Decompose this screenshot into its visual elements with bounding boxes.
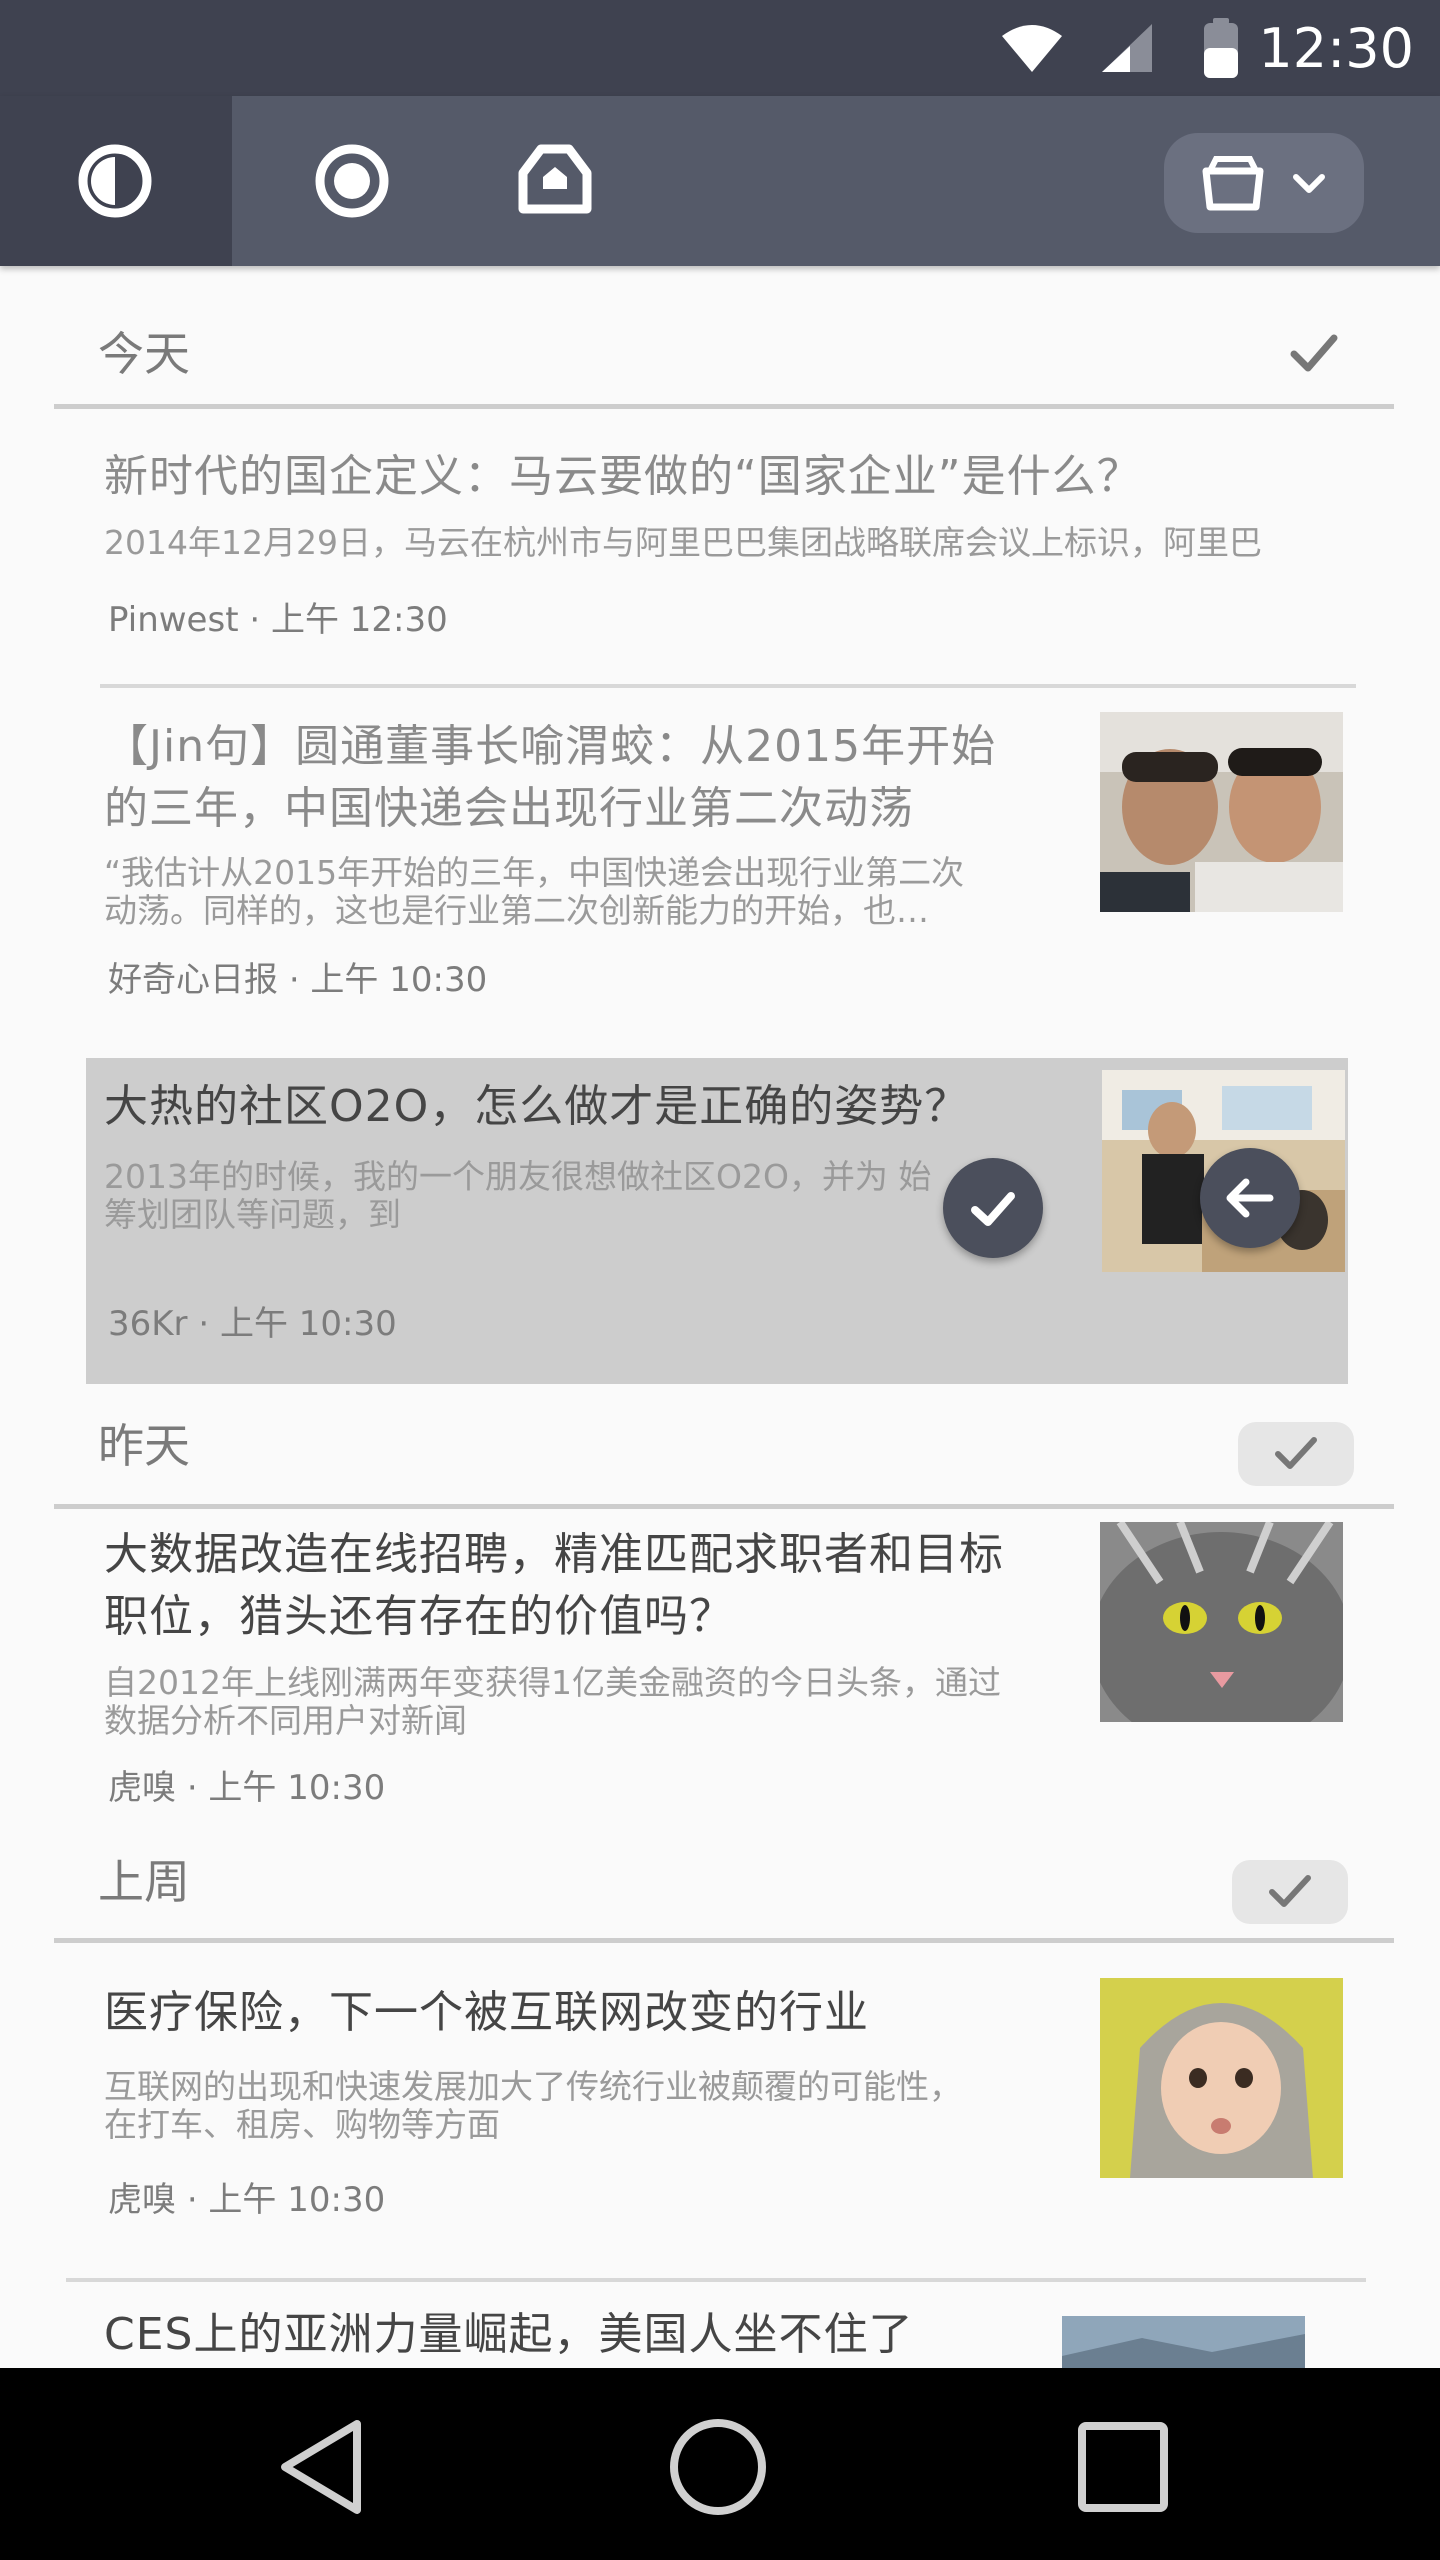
wifi-icon [1002,25,1062,72]
article-thumbnail [1062,2316,1305,2368]
article-title: 医疗保险，下一个被互联网改变的行业 [104,1987,869,2038]
article-source: 好奇心日报 [108,960,278,1000]
folder-dropdown-button[interactable] [1164,133,1364,233]
article-time: · 上午 10:30 [186,1768,386,1808]
article-meta: 36Kr · 上午 10:30 [108,1300,397,1348]
list-item[interactable]: 大数据改造在线招聘，精准匹配求职者和目标 职位，猎头还有存在的价值吗？ 自201… [54,1522,1354,1824]
list-item[interactable]: 大热的社区O2O，怎么做才是正确的姿势？ 2013年的时候，我的一个朋友很想做社… [54,1070,1354,1376]
article-meta: 好奇心日报 · 上午 10:30 [108,956,487,1004]
article-thumbnail [1100,1978,1343,2178]
article-title-line: 【Jin句】圆通董事长喻渭蛟：从2015年开始 [104,721,997,772]
article-summary: 互联网的出现和快速发展加大了传统行业被颠覆的可能性， 在打车、租房、购物等方面 [104,2068,962,2144]
article-title: 新时代的国企定义：马云要做的“国家企业”是什么？ [104,451,1142,502]
article-time: · 上午 12:30 [249,600,448,640]
section-title: 上周 [98,1855,190,1909]
article-source: 虎嗅 [108,1768,176,1808]
recents-square-icon[interactable] [1068,2412,1178,2522]
status-bar: 12:30 [0,0,1440,96]
target-icon[interactable] [302,131,402,231]
article-summary-line: 自2012年上线刚满两年变获得1亿美金融资的今日头条，通过 [104,1663,1001,1702]
article-summary-line: 筹划团队等问题，到 [104,1195,401,1234]
article-summary: 2014年12月29日，马云在杭州市与阿里巴巴集团战略联席会议上标识，阿里巴 [104,523,1262,562]
article-title: 大热的社区O2O，怎么做才是正确的姿势？ [104,1081,970,1132]
chevron-down-icon [1293,174,1325,193]
divider [66,2278,1366,2282]
check-icon[interactable] [1284,322,1344,382]
undo-swipe-button[interactable] [1200,1148,1300,1248]
folder-icon [1202,156,1264,211]
list-item[interactable]: 【Jin句】圆通董事长喻渭蛟：从2015年开始 的三年，中国快递会出现行业第二次… [54,712,1354,1046]
section-header-yesterday: 昨天 [54,1396,1394,1509]
article-time: · 上午 10:30 [288,960,488,1000]
article-thumbnail [1100,1522,1343,1722]
article-summary-line: 动荡。同样的，这也是行业第二次创新能力的开始，也… [104,891,929,930]
battery-icon [1204,18,1238,78]
section-header-today: 今天 [54,296,1394,409]
mark-read-button[interactable] [943,1158,1043,1258]
article-time: · 上午 10:30 [198,1304,397,1344]
article-title: 【Jin句】圆通董事长喻渭蛟：从2015年开始 的三年，中国快递会出现行业第二次… [104,716,996,840]
article-title-line: 大数据改造在线招聘，精准匹配求职者和目标 [104,1529,1004,1580]
article-time: · 上午 10:30 [186,2180,386,2220]
mark-all-read-button[interactable] [1238,1422,1354,1486]
check-icon [971,1192,1015,1226]
list-item[interactable]: CES上的亚洲力量崛起，美国人坐不住了 [54,2304,1354,2368]
article-summary-line: 2013年的时候，我的一个朋友很想做社区O2O，并为 始 [104,1157,932,1196]
article-summary-line: 互联网的出现和快速发展加大了传统行业被颠覆的可能性， [104,2067,962,2106]
article-source: Pinwest [108,600,239,640]
article-title-line: 的三年，中国快递会出现行业第二次动荡 [104,783,914,834]
article-title: 大数据改造在线招聘，精准匹配求职者和目标 职位，猎头还有存在的价值吗？ [104,1524,1004,1648]
status-time: 12:30 [1258,17,1414,80]
divider [100,684,1356,688]
article-summary-line: 在打车、租房、购物等方面 [104,2105,500,2144]
list-item[interactable]: 医疗保险，下一个被互联网改变的行业 互联网的出现和快速发展加大了传统行业被颠覆的… [54,1978,1354,2282]
section-header-last-week: 上周 [54,1838,1394,1943]
article-meta: 虎嗅 · 上午 10:30 [108,2176,385,2224]
section-title: 今天 [98,327,190,381]
article-summary-line: 数据分析不同用户对新闻 [104,1701,467,1740]
section-title: 昨天 [98,1419,190,1473]
article-summary: 自2012年上线刚满两年变获得1亿美金融资的今日头条，通过 数据分析不同用户对新… [104,1664,1001,1740]
article-title-line: 职位，猎头还有存在的价值吗？ [104,1591,734,1642]
article-source: 虎嗅 [108,2180,176,2220]
article-list: 今天 新时代的国企定义：马云要做的“国家企业”是什么？ 2014年12月29日，… [0,266,1440,2368]
check-icon [1275,1437,1317,1469]
system-nav-bar [0,2368,1440,2560]
mark-all-read-button[interactable] [1232,1860,1348,1924]
arrow-left-icon [1226,1178,1274,1218]
article-source: 36Kr [108,1304,188,1344]
article-summary: 2013年的时候，我的一个朋友很想做社区O2O，并为 始 筹划团队等问题，到 [104,1158,931,1234]
inbox-icon[interactable] [505,131,605,231]
cell-signal-icon [1102,24,1152,72]
list-item[interactable]: 新时代的国企定义：马云要做的“国家企业”是什么？ 2014年12月29日，马云在… [54,446,1354,686]
check-icon [1269,1875,1311,1907]
article-meta: Pinwest · 上午 12:30 [108,596,448,644]
home-circle-icon[interactable] [663,2412,773,2522]
half-circle-icon[interactable] [65,131,165,231]
back-triangle-icon[interactable] [265,2412,375,2522]
article-thumbnail [1100,712,1343,912]
article-summary: “我估计从2015年开始的三年，中国快递会出现行业第二次 动荡。同样的，这也是行… [104,854,964,930]
article-summary-line: “我估计从2015年开始的三年，中国快递会出现行业第二次 [104,853,965,892]
article-title: CES上的亚洲力量崛起，美国人坐不住了 [104,2309,914,2360]
top-toolbar [0,96,1440,266]
article-meta: 虎嗅 · 上午 10:30 [108,1764,385,1812]
